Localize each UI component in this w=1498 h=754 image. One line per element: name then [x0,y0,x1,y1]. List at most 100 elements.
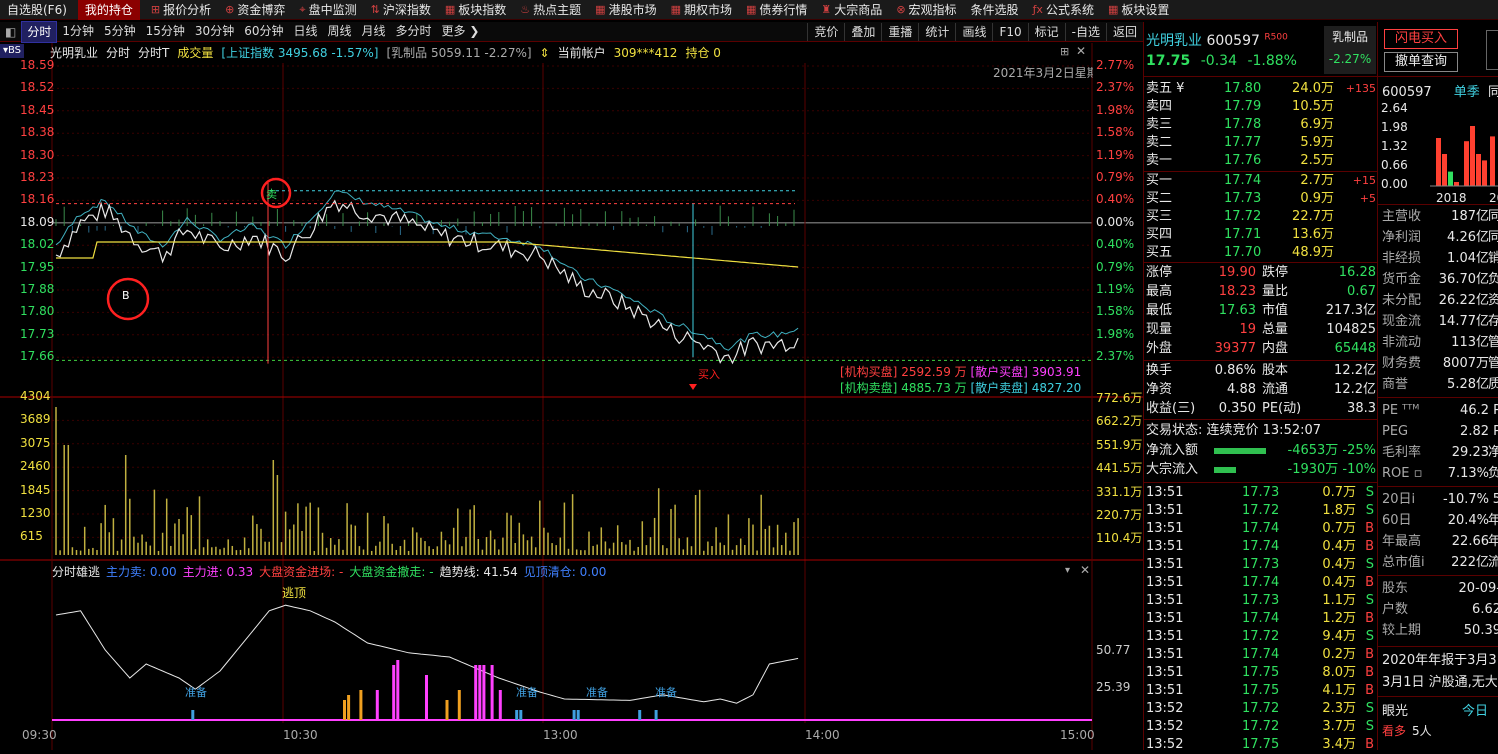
menu-item-label: 条件选股 [970,2,1019,17]
toolbar-button-7[interactable]: -自选 [1064,22,1106,41]
ready-bar [576,710,580,720]
menu-item-4[interactable]: ⌖ 盘中监测 [292,0,363,20]
stat-label: 外盘 [1146,341,1173,356]
news-item-1[interactable]: 2020年年报于3月3 [1382,650,1498,671]
mode-label[interactable]: 分时 [106,44,130,62]
view-today[interactable]: 今日 [1462,701,1488,722]
indicator-close-icon[interactable]: ✕ [1080,563,1090,577]
sector-box[interactable]: 乳制品 -2.27% [1324,26,1376,74]
toolbar-button-6[interactable]: 标记 [1027,22,1065,41]
bid-row[interactable]: 买一 17.74 2.7万 +15 [1144,172,1378,190]
menu-item-7[interactable]: ♨ 热点主题 [513,0,588,20]
menu-item-6[interactable]: ▦ 板块指数 [438,0,513,20]
indicator-axis-2: 25.39 [1096,680,1131,694]
tick-time: 13:52 [1146,719,1184,734]
period-tab-3[interactable]: 15分钟 [141,21,190,43]
level-label: 买二 [1146,191,1173,206]
menu-item-8[interactable]: ▦ 港股市场 [588,0,663,20]
indicator-dropdown-icon[interactable]: ▾ [1065,565,1070,576]
toolbar-button-8[interactable]: 返回 [1105,22,1143,41]
ask-row[interactable]: 卖五 ¥ 17.80 24.0万 +135 [1144,80,1378,98]
menu-item-11[interactable]: ♜ 大宗商品 [814,0,889,20]
menu-item-10[interactable]: ▦ 债券行情 [739,0,814,20]
toolbar-button-4[interactable]: 画线 [955,22,992,41]
period-tab-5[interactable]: 60分钟 [239,21,288,43]
mode2-label[interactable]: 分时T [138,44,169,62]
menu-item-15[interactable]: ▦ 板块设置 [1101,0,1176,20]
earnings-axis-tick: 1.98 [1381,120,1408,134]
tick-side: S [1365,593,1374,608]
menu-item-9[interactable]: ▦ 期权市场 [664,0,739,20]
level-volume: 2.5万 [1300,153,1334,168]
stat-value: 39377 [1214,341,1256,356]
maximize-icon[interactable]: ⊞ [1060,45,1069,58]
bull-row: 看多 5人 [1378,721,1498,742]
ask-row[interactable]: 卖三 17.78 6.9万 [1144,116,1378,134]
bid-row[interactable]: 买五 17.70 48.9万 [1144,244,1378,262]
toolbar-button-3[interactable]: 统计 [918,22,955,41]
tick-row: 13:51 17.74 1.2万 B [1144,610,1378,628]
quote-stock-name[interactable]: 光明乳业 [1146,33,1202,49]
tick-volume: 1.2万 [1322,611,1356,626]
perf-row: 60日 20.4%年 [1378,510,1498,531]
tick-time: 13:51 [1146,611,1184,626]
tick-volume: 0.4万 [1322,539,1356,554]
close-icon[interactable]: ✕ [1076,44,1086,58]
menu-item-0[interactable]: 自选股(F6) [0,0,74,20]
toolbar-button-1[interactable]: 叠加 [844,22,881,41]
news-item-2[interactable]: 3月1日 沪股通,无大 [1382,672,1498,693]
side-tab[interactable] [1486,30,1498,70]
menu-item-14[interactable]: ƒx 公式系统 [1026,0,1101,20]
bid-row[interactable]: 买二 17.73 0.9万 +5 [1144,190,1378,208]
period-tab-6[interactable]: 日线 [288,21,322,43]
stat-label: 总量 [1262,322,1289,337]
price-tick-left: 18.38 [20,125,55,140]
stat-value: 16.28 [1338,265,1376,280]
stat-label: 内盘 [1262,341,1289,356]
signal-bar [478,665,482,720]
intraday-chart[interactable]: B 卖买入逃顶准备 准备 准备 准备 [0,43,1143,750]
period-tab-2[interactable]: 5分钟 [99,21,141,43]
bid-row[interactable]: 买三 17.72 22.7万 [1144,208,1378,226]
earnings-axis-tick: 2.64 [1381,101,1408,115]
menu-item-label: 期权市场 [683,2,732,17]
level-volume: 24.0万 [1292,81,1334,96]
bs-toggle[interactable]: ▾BS [0,44,24,58]
earnings-bar [1476,154,1481,186]
flash-buy-button[interactable]: 闪电买入 [1384,29,1458,49]
cancel-query-button[interactable]: 撤单查询 [1384,52,1458,72]
ask-row[interactable]: 卖四 17.79 10.5万 [1144,98,1378,116]
fin-value: 36.70亿 [1438,272,1489,287]
level-price: 17.78 [1224,117,1262,132]
account-number[interactable]: 309***412 [614,44,678,62]
period-tab-9[interactable]: 多分时 [391,21,437,43]
tick-volume: 0.7万 [1322,521,1356,536]
indicator-title[interactable]: 分时雄逃 [52,563,100,580]
f10-mode2[interactable]: 同 [1488,85,1498,100]
earnings-axis-tick: 0.00 [1381,177,1408,191]
level-label: 卖一 [1146,153,1173,168]
ready-bar [654,710,658,720]
menu-item-13[interactable]: 条件选股 [964,0,1026,20]
period-tab-1[interactable]: 1分钟 [57,21,99,43]
collapse-icon[interactable]: ◧ [0,22,21,42]
f10-mode[interactable]: 单季 [1454,85,1480,100]
ask-row[interactable]: 卖一 17.76 2.5万 [1144,152,1378,170]
menu-item-12[interactable]: ⊗ 宏观指标 [889,0,963,20]
ratio-value: 2.82 [1460,424,1489,439]
toolbar-button-5[interactable]: F10 [992,22,1027,41]
menu-item-5[interactable]: ⇅ 沪深指数 [364,0,438,20]
tick-time: 13:52 [1146,701,1184,716]
toolbar-button-2[interactable]: 重播 [881,22,918,41]
bid-row[interactable]: 买四 17.71 13.6万 [1144,226,1378,244]
menu-item-2[interactable]: ⊞ 报价分析 [144,0,218,20]
period-tab-4[interactable]: 30分钟 [190,21,239,43]
period-tab-10[interactable]: 更多 ❯ [437,21,485,43]
period-tab-0[interactable]: 分时 [21,20,58,43]
period-tab-7[interactable]: 周线 [323,21,357,43]
menu-item-1[interactable]: 我的持仓 [77,0,140,20]
toolbar-button-0[interactable]: 竞价 [807,22,844,41]
menu-item-3[interactable]: ⊕ 资金博弈 [218,0,292,20]
period-tab-8[interactable]: 月线 [357,21,391,43]
ask-row[interactable]: 卖二 17.77 5.9万 [1144,134,1378,152]
